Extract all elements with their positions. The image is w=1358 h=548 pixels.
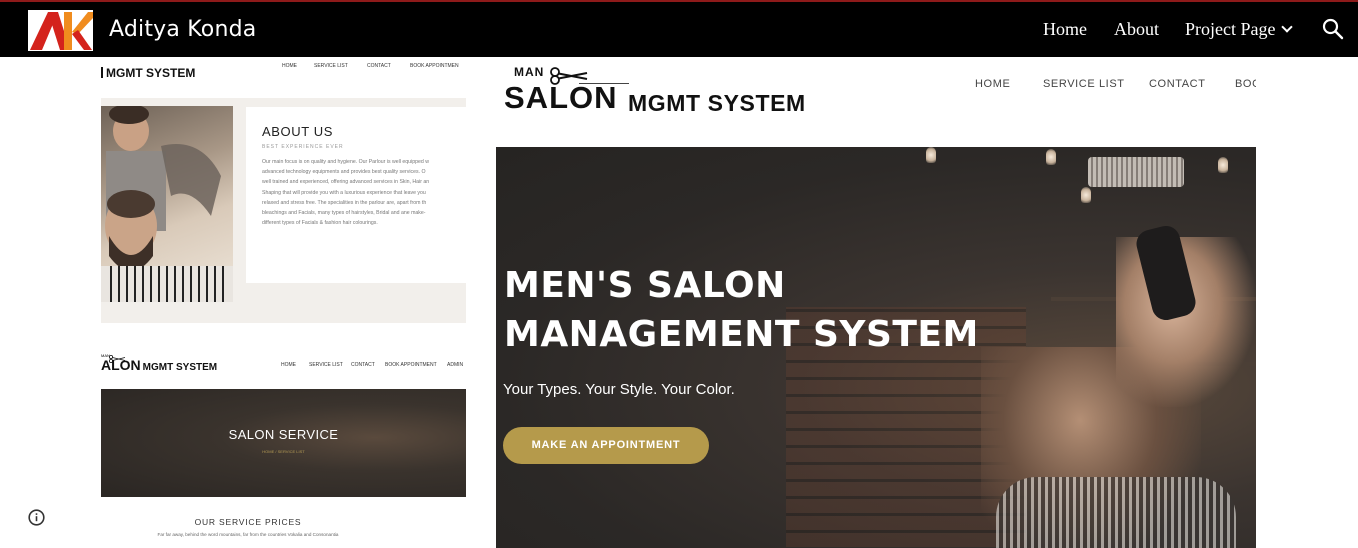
ak-logo-icon [30,12,93,50]
service-page-screenshot: MAN ALON MGMT SYSTEM HOME SERVICE LIST CO… [101,348,466,548]
salon-logo: MAN SALON MGMT SYSTEM [504,63,834,121]
about-line: relaxed and stress free. The specialitie… [262,199,427,206]
barber-photo [101,106,233,302]
about-page-nav-home: HOME [282,63,297,69]
lamp-icon [1046,149,1056,165]
chevron-down-icon [1281,21,1294,33]
hero-tagline: Your Types. Your Style. Your Color. [503,381,735,398]
about-page-nav-book: BOOK APPOINTMEN [410,63,459,69]
service-prices-tagline: Far far away, behind the word mountains,… [157,532,339,537]
service-breadcrumb: HOME / SERVICE LIST [262,449,305,454]
service-prices-title: OUR SERVICE PRICES [194,517,302,527]
nav-about-label: About [1114,19,1159,39]
about-page-nav-contact: CONTACT [367,63,391,69]
preview-nav-service-list[interactable]: SERVICE LIST [1043,78,1125,90]
hero-title-line1: MEN'S SALON [504,265,786,306]
comb-icon [1088,157,1184,187]
search-icon [1322,18,1344,40]
hero-banner: MEN'S SALON MANAGEMENT SYSTEM Your Types… [496,147,1256,548]
lamp-icon [926,147,936,163]
lamp-icon [1081,187,1091,203]
about-page-brand-text: MGMT SYSTEM [106,66,196,80]
site-title[interactable]: Aditya Konda [109,17,256,42]
lamp-icon [1218,157,1228,173]
nav-project-page[interactable]: Project Page [1185,19,1294,40]
about-title: ABOUT US [262,124,334,139]
about-card: ABOUT US BEST EXPERIENCE EVER Our main f… [246,107,466,283]
make-appointment-button[interactable]: MAKE AN APPOINTMENT [503,427,709,464]
info-icon [28,509,45,526]
nav-home-label: Home [1043,19,1087,39]
scissors-icon [109,355,126,363]
service-page-brand-small: MGMT SYSTEM [142,362,218,373]
hero-title-line2: MANAGEMENT SYSTEM [504,314,979,355]
home-page-preview: MAN SALON MGMT SYSTEM HOME SERVICE LIST … [496,57,1256,548]
nav-project-page-label: Project Page [1185,19,1276,39]
preview-nav-home[interactable]: HOME [975,78,1010,90]
about-line: Our main focus is on quality and hygiene… [262,159,429,165]
service-page-nav-service-list: SERVICE LIST [309,362,343,368]
site-header: Aditya Konda Home About Project Page [0,0,1358,57]
preview-nav-contact[interactable]: CONTACT [1149,78,1206,90]
site-logo[interactable] [28,10,93,51]
service-page-nav-book: BOOK APPOINTMENT [385,362,437,368]
salon-logo-man: MAN [514,65,545,79]
about-line: well trained and experienced, offering a… [262,179,430,186]
service-hero-title: SALON SERVICE [228,427,339,442]
salon-logo-salon: SALON [504,80,618,115]
preview-nav-book[interactable]: BOO [1235,78,1256,90]
nav-home[interactable]: Home [1043,19,1087,40]
about-text: Our main focus is on quality and hygiene… [262,157,466,228]
about-line: advanced technology equipments and provi… [262,169,426,176]
about-page-nav-service-list: SERVICE LIST [314,63,348,69]
about-line: Shaping that will provide you with a lux… [262,189,426,196]
about-page-brand: MGMT SYSTEM [101,66,195,80]
salon-logo-mgmt: MGMT SYSTEM [628,90,806,116]
search-button[interactable] [1322,18,1344,40]
service-page-nav-admin: ADMIN [447,362,464,368]
service-page-nav-contact: CONTACT [351,362,375,368]
about-subtitle: BEST EXPERIENCE EVER [262,144,344,150]
about-line: bleachings and Facials, many types of ha… [262,210,426,217]
info-button[interactable] [28,509,45,526]
barber-photo-illustration [101,106,233,302]
service-page-nav-home: HOME [281,362,296,368]
barber-cape [996,477,1236,548]
about-page-screenshot: MGMT SYSTEM HOME SERVICE LIST CONTACT BO… [101,57,466,323]
service-hero: SALON SERVICE HOME / SERVICE LIST [101,389,466,497]
about-line: different types of Facials & fashion hai… [262,220,378,227]
hero-title: MEN'S SALON MANAGEMENT SYSTEM [504,261,979,359]
nav-about[interactable]: About [1114,19,1159,40]
